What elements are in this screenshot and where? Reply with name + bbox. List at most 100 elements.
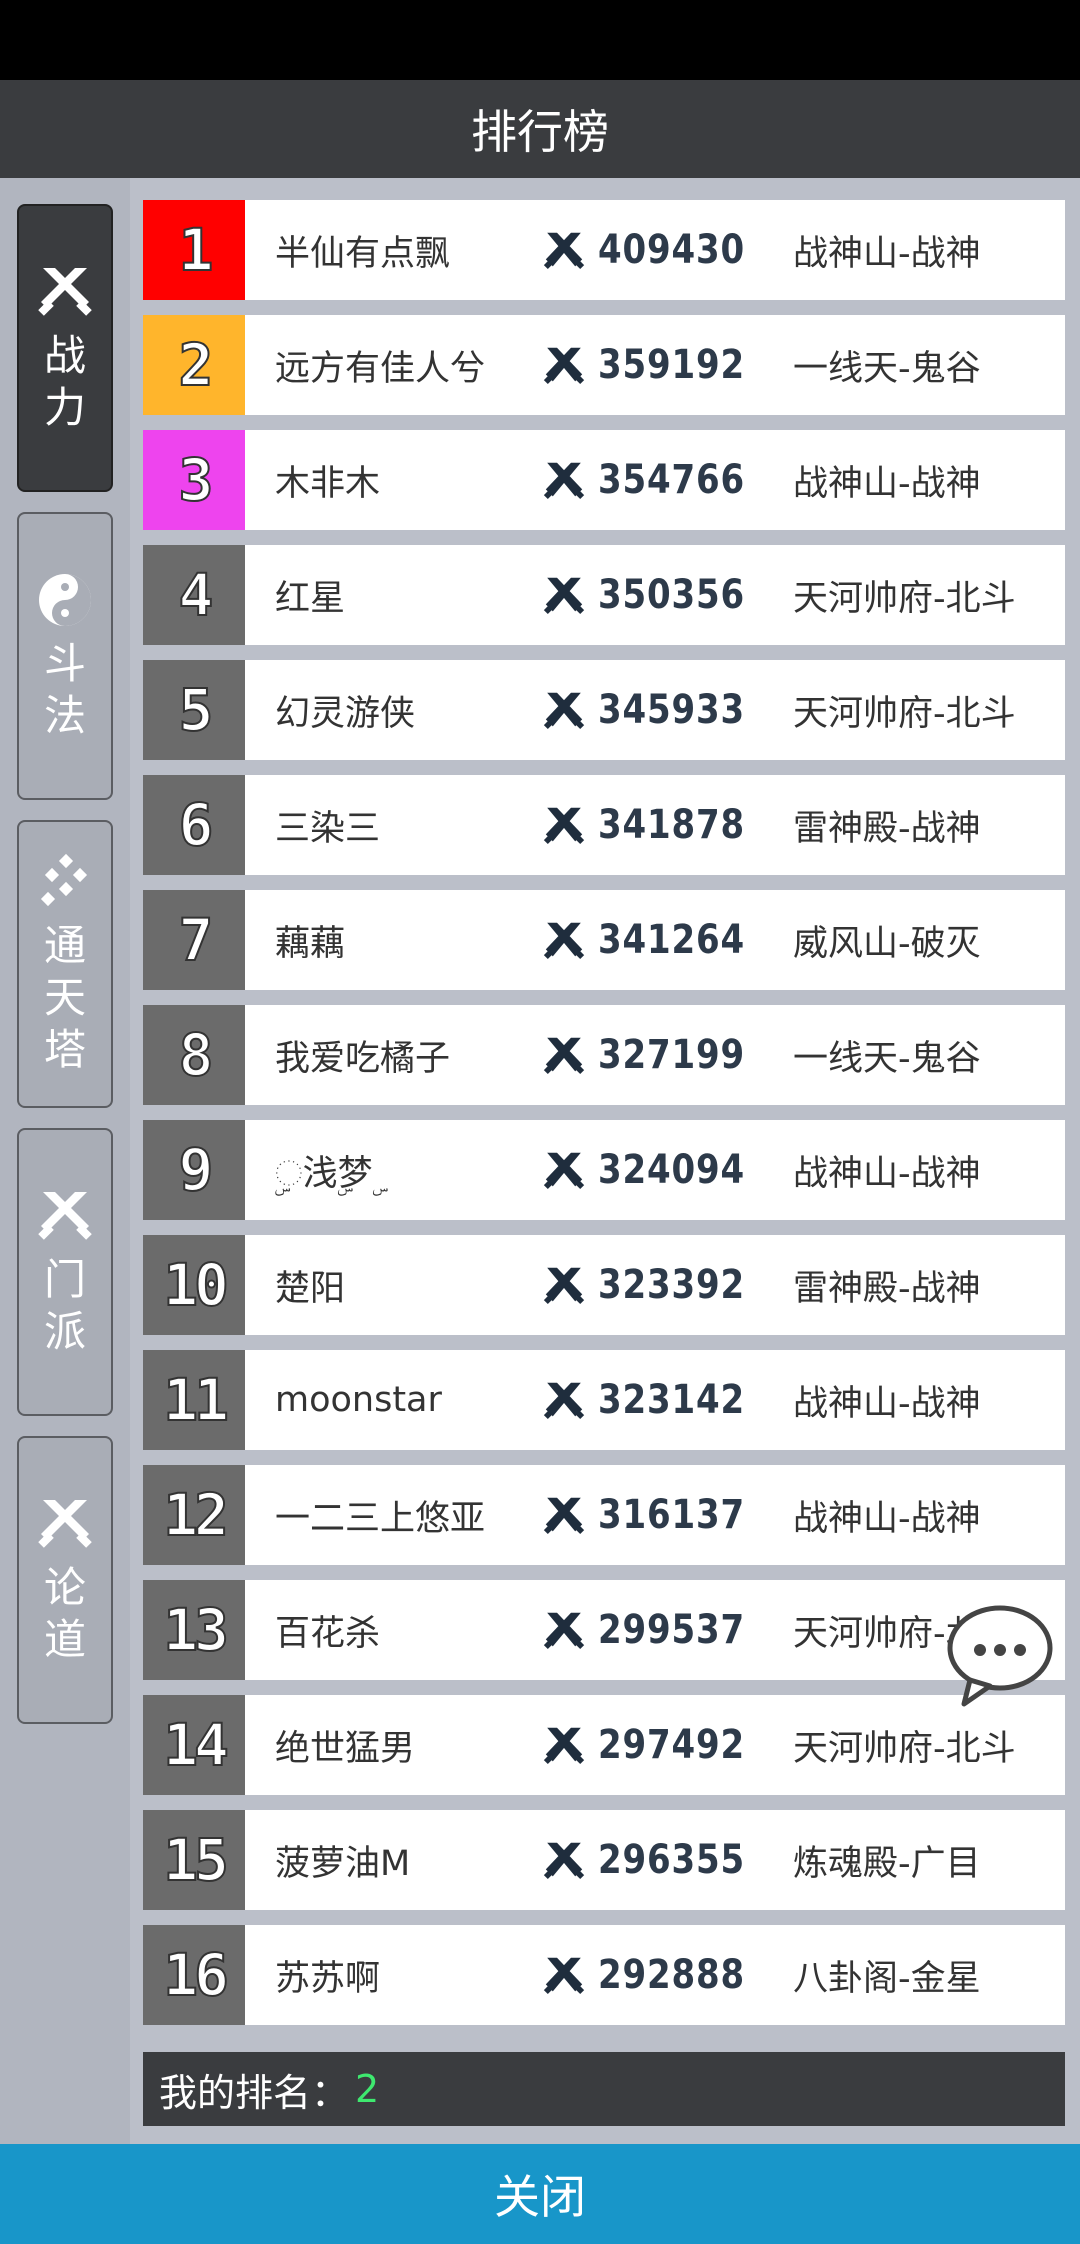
power-value: 345933 [598,687,746,733]
rank-number: 12 [143,1465,245,1565]
server-name: 一线天-鬼谷 [793,348,981,389]
ranking-row[interactable]: 8 我爱吃橘子 327199 一线天-鬼谷 [143,1005,1065,1105]
ranking-row[interactable]: 1 半仙有点飘 409430 战神山-战神 [143,200,1065,300]
tab-combat-power[interactable]: 战力 [17,204,113,492]
ranking-row[interactable]: 3 木非木 354766 战神山-战神 [143,430,1065,530]
player-name: 一二三上悠亚 [275,1498,486,1539]
power-icon [543,1037,585,1075]
player-name: 远方有佳人兮 [275,348,486,389]
power-icon [543,922,585,960]
power-value: 341264 [598,917,746,963]
rank-number: 6 [143,775,245,875]
player-name: 木非木 [275,463,381,504]
rank-number: 5 [143,660,245,760]
power-icon [543,1957,585,1995]
yin-yang-icon [39,574,91,626]
page-title-text: 排行榜 [471,105,609,159]
tab-label: 门派 [44,1255,87,1356]
ranking-row[interactable]: 13 百花杀 299537 天河帅府-北斗 [143,1580,1065,1680]
rank-number: 8 [143,1005,245,1105]
ranking-row[interactable]: 12 一二三上悠亚 316137 战神山-战神 [143,1465,1065,1565]
rank-number: 14 [143,1695,245,1795]
ranking-list: 1 半仙有点飘 409430 战神山-战神 2 远方有佳人兮 359192 一线… [143,200,1065,2040]
power-icon [543,1152,585,1190]
server-name: 天河帅府-北斗 [793,1728,1016,1769]
server-name: 天河帅府-北斗 [793,693,1016,734]
power-value: 297492 [598,1722,746,1768]
ranking-row[interactable]: 7 藕藕 341264 威风山-破灭 [143,890,1065,990]
page-title: 排行榜 [0,80,1080,178]
ranking-row[interactable]: 14 绝世猛男 297492 天河帅府-北斗 [143,1695,1065,1795]
rank-number: 16 [143,1925,245,2025]
server-name: 战神山-战神 [793,1383,981,1424]
rank-number: 10 [143,1235,245,1335]
rank-number: 3 [143,430,245,530]
power-icon [543,692,585,730]
ranking-row[interactable]: 5 幻灵游侠 345933 天河帅府-北斗 [143,660,1065,760]
player-name: 楚阳 [275,1268,346,1309]
tab-debate[interactable]: 论道 [17,1436,113,1724]
rank-number: 7 [143,890,245,990]
power-value: 354766 [598,457,746,503]
ranking-row[interactable]: 2 远方有佳人兮 359192 一线天-鬼谷 [143,315,1065,415]
player-name: 红星 [275,578,346,619]
tab-tower[interactable]: 通天塔 [17,820,113,1108]
status-bar [0,0,1080,80]
player-name: 菠萝油M [275,1843,411,1884]
ranking-row[interactable]: 15 菠萝油M 296355 炼魂殿-广目 [143,1810,1065,1910]
rank-number: 15 [143,1810,245,1910]
tab-sect[interactable]: 门派 [17,1128,113,1416]
power-value: 359192 [598,342,746,388]
swords-icon [38,1192,92,1240]
player-name: 幻灵游侠 [275,693,416,734]
ranking-row[interactable]: 6 三染三 341878 雷神殿-战神 [143,775,1065,875]
rank-number: 1 [143,200,245,300]
power-icon [543,1497,585,1535]
rank-number: 9 [143,1120,245,1220]
player-name: moonstar [275,1380,442,1420]
server-name: 战神山-战神 [793,1153,981,1194]
close-button[interactable]: 关闭 [0,2144,1080,2244]
swords-icon [38,268,92,316]
ranking-row[interactable]: 11 moonstar 323142 战神山-战神 [143,1350,1065,1450]
power-value: 324094 [598,1147,746,1193]
power-value: 341878 [598,802,746,848]
rank-number: 13 [143,1580,245,1680]
player-name: 我爱吃橘子 [275,1038,451,1079]
my-rank-bar: 我的排名： 2 [143,2052,1065,2126]
ranking-row[interactable]: 9 ◌ۣ浅ۣ梦ۣ 324094 战神山-战神 [143,1120,1065,1220]
power-icon [543,577,585,615]
power-icon [543,462,585,500]
power-value: 323392 [598,1262,746,1308]
power-icon [543,347,585,385]
chat-bubble-icon[interactable] [940,1600,1060,1710]
server-name: 炼魂殿-广目 [793,1843,981,1884]
power-icon [543,807,585,845]
server-name: 战神山-战神 [793,1498,981,1539]
power-icon [543,1842,585,1880]
power-value: 316137 [598,1492,746,1538]
tab-duel[interactable]: 斗法 [17,512,113,800]
power-icon [543,1612,585,1650]
player-name: 百花杀 [275,1613,381,1654]
power-value: 292888 [598,1952,746,1998]
power-icon [543,1267,585,1305]
player-name: 三染三 [275,808,381,849]
player-name: 绝世猛男 [275,1728,416,1769]
ranking-row[interactable]: 10 楚阳 323392 雷神殿-战神 [143,1235,1065,1335]
power-icon [543,1382,585,1420]
close-label: 关闭 [494,2170,586,2224]
power-icon [543,232,585,270]
power-value: 409430 [598,227,746,273]
server-name: 一线天-鬼谷 [793,1038,981,1079]
ranking-row[interactable]: 16 苏苏啊 292888 八卦阁-金星 [143,1925,1065,2025]
tab-label: 论道 [44,1563,87,1664]
server-name: 八卦阁-金星 [793,1958,981,1999]
ranking-row[interactable]: 4 红星 350356 天河帅府-北斗 [143,545,1065,645]
tab-label: 通天塔 [44,921,87,1074]
tab-label: 斗法 [44,639,87,740]
power-value: 323142 [598,1377,746,1423]
server-name: 雷神殿-战神 [793,808,981,849]
sidebar: 战力 斗法 通天塔 门派 论道 [0,178,130,2144]
server-name: 雷神殿-战神 [793,1268,981,1309]
